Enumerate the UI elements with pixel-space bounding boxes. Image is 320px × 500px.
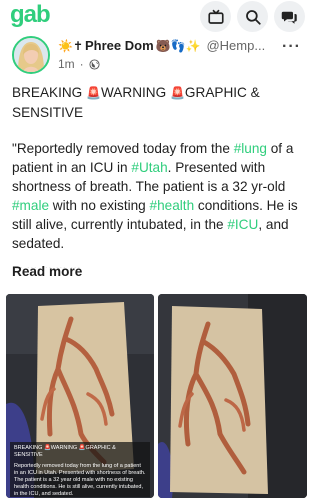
caption-body: Reportedly removed today from the lung o…	[14, 463, 146, 497]
author-prefix-emojis: ☀️✝	[58, 38, 83, 53]
search-button[interactable]	[237, 1, 268, 32]
dot-separator: ·	[79, 57, 84, 71]
post-time[interactable]: 1m	[58, 57, 75, 71]
hashtag-icu[interactable]: #ICU	[227, 217, 258, 232]
photo-1[interactable]: BREAKING 🚨WARNING 🚨GRAPHIC & SENSITIVE R…	[6, 294, 154, 498]
avatar[interactable]	[12, 36, 50, 74]
author-suffix-emojis: 🐻👣✨	[155, 38, 201, 53]
author-line: ☀️✝ Phree Dom 🐻👣✨ @Hemp...	[58, 38, 265, 53]
globe-icon	[89, 58, 100, 70]
read-more-link[interactable]: Read more	[12, 264, 82, 279]
tv-button[interactable]	[200, 1, 231, 32]
media-gallery: BREAKING 🚨WARNING 🚨GRAPHIC & SENSITIVE R…	[6, 294, 307, 498]
hashtag-health[interactable]: #health	[150, 198, 195, 213]
text-seg: with no existing	[49, 198, 150, 213]
hashtag-lung[interactable]: #lung	[234, 141, 267, 156]
top-icons	[200, 1, 305, 32]
avatar-image	[14, 38, 48, 72]
post-body: BREAKING 🚨WARNING 🚨GRAPHIC & SENSITIVE "…	[12, 83, 304, 268]
chat-button[interactable]	[274, 1, 305, 32]
caption-title: BREAKING 🚨WARNING 🚨GRAPHIC & SENSITIVE	[14, 445, 116, 458]
author-name[interactable]: Phree Dom	[85, 38, 154, 53]
chat-icon	[281, 11, 297, 24]
clot-photo-2	[158, 294, 307, 498]
post-header: ☀️✝ Phree Dom 🐻👣✨ @Hemp... 1m · ···	[12, 36, 307, 76]
image-caption: BREAKING 🚨WARNING 🚨GRAPHIC & SENSITIVE R…	[10, 442, 150, 497]
search-icon	[245, 9, 261, 25]
author-handle[interactable]: @Hemp...	[206, 38, 265, 53]
top-bar: gab	[0, 0, 313, 33]
text-warning: WARNING	[100, 85, 170, 100]
post-paragraph-1: BREAKING 🚨WARNING 🚨GRAPHIC & SENSITIVE	[12, 83, 304, 122]
photo-2[interactable]	[158, 294, 307, 498]
hashtag-utah[interactable]: #Utah	[131, 160, 167, 175]
post-paragraph-2: "Reportedly removed today from the #lung…	[12, 139, 304, 253]
text-seg: "Reportedly removed today from the	[12, 141, 234, 156]
text-breaking: BREAKING	[12, 85, 87, 100]
gab-logo[interactable]: gab	[10, 1, 51, 29]
tv-icon	[207, 9, 224, 24]
hashtag-male[interactable]: #male	[12, 198, 49, 213]
post-meta: 1m ·	[58, 57, 100, 71]
alert-emoji-2: 🚨	[169, 86, 185, 100]
more-options-button[interactable]: ···	[282, 38, 301, 56]
alert-emoji: 🚨	[86, 86, 101, 100]
